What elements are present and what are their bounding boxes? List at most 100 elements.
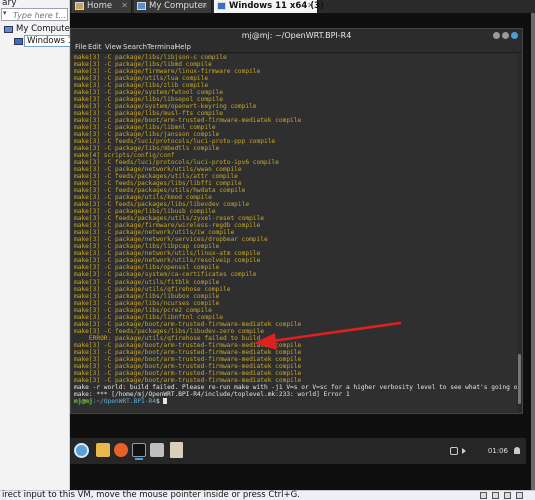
text-cursor <box>163 397 168 404</box>
host-status-bar: irect input to this VM, move the mouse p… <box>0 490 535 500</box>
maximize-button[interactable] <box>502 32 509 39</box>
scrollbar-thumb[interactable] <box>518 354 521 404</box>
prompt-user: mj@mj <box>74 397 93 405</box>
output-line: make[3] -C package/firmware/linux-firmwa… <box>74 68 261 76</box>
notification-icon[interactable] <box>514 447 520 454</box>
output-line: make[3] -C package/network/utils/wwan co… <box>74 166 242 174</box>
terminal-lines: make[3] -C package/libs/libjson-c compil… <box>74 54 517 405</box>
menu-edit[interactable]: Edit <box>88 42 102 53</box>
volume-icon[interactable] <box>462 448 466 454</box>
output-line: make: *** [/home/mj/OpenWRT.BPI-R4/inclu… <box>74 390 350 398</box>
output-line: make[3] -C package/libs/libsepol compile <box>74 96 224 104</box>
error-line: ERROR: package/utils/qfirehose failed to… <box>74 334 264 342</box>
output-line: make[3] -C package/libs/openssl compile <box>74 264 220 272</box>
output-line: make[3] -C package/system/ca-certificate… <box>74 271 257 279</box>
output-line: make[3] -C package/network/utils/iw comp… <box>74 229 235 237</box>
output-line: make[3] -C feeds/packages/utils/attr com… <box>74 173 238 181</box>
home-icon <box>75 2 84 10</box>
output-line: make[3] -C feeds/packages/utils/hwdata c… <box>74 187 246 195</box>
vm-icon <box>217 2 226 10</box>
output-line: make[3] -C package/libs/libmnl compile <box>74 124 216 132</box>
output-line: make[3] -C package/firmware/wireless-reg… <box>74 222 261 230</box>
search-dropdown-icon[interactable]: ▾ <box>3 9 7 17</box>
vm-status-icon <box>480 492 487 499</box>
output-line: make[3] -C package/libs/libubox compile <box>74 292 220 300</box>
output-line: make[3] -C package/system/openwrt-keyrin… <box>74 103 257 111</box>
status-message: irect input to this VM, move the mouse p… <box>2 490 300 500</box>
output-line: make[3] -C package/boot/arm-trusted-firm… <box>74 320 302 328</box>
tab-label: My Computer <box>149 1 207 11</box>
terminal-title: mj@mj: ~/OpenWRT.BPI-R4 <box>241 31 352 40</box>
host-menu-fragment[interactable]: ary <box>2 0 17 8</box>
output-line: make[3] -C package/libs/libnftnl compile <box>74 313 224 321</box>
menu-terminal[interactable]: Terminal <box>147 42 177 53</box>
computer-icon <box>137 2 146 10</box>
host-search-box[interactable]: ▾ <box>1 8 68 21</box>
close-icon[interactable]: ✕ <box>121 0 128 12</box>
output-line: make[3] -C feeds/luci/protocols/luci-pro… <box>74 159 279 167</box>
terminal-scrollbar[interactable] <box>517 54 522 413</box>
menu-search[interactable]: Search <box>123 42 147 53</box>
output-line: make[3] -C package/libs/pcre2 compile <box>74 306 212 314</box>
tree-item-label: My Computer <box>16 24 74 34</box>
host-search-input[interactable] <box>13 10 67 20</box>
firefox-icon[interactable] <box>114 443 128 457</box>
host-sidebar: ary ▾ ⌄ My Computer Windows 11 <box>0 0 82 490</box>
terminal-icon[interactable] <box>132 443 146 460</box>
output-line: make[3] -C package/boot/arm-trusted-firm… <box>74 376 302 384</box>
vm-scroll-strip <box>531 13 535 490</box>
output-line: make[4] scripts/config/conf <box>74 152 175 160</box>
output-line: make[3] -C package/network/utils/resolve… <box>74 257 261 265</box>
output-line: make[3] -C package/network/services/drop… <box>74 236 268 244</box>
close-icon[interactable]: ✕ <box>201 0 208 12</box>
close-button[interactable] <box>511 32 518 39</box>
output-line: make[3] -C package/libs/mbedtls compile <box>74 145 220 153</box>
terminal-window[interactable]: mj@mj: ~/OpenWRT.BPI-R4 File Edit View S… <box>70 28 523 414</box>
host-tree: ⌄ My Computer Windows 11 <box>0 24 82 48</box>
menu-view[interactable]: View <box>105 42 122 53</box>
output-line: make[3] -C package/utils/qfirehose compi… <box>74 285 231 293</box>
trash-icon[interactable] <box>170 442 183 458</box>
computer-icon <box>4 26 13 33</box>
output-line: make[3] -C package/utils/fitblk compile <box>74 278 220 286</box>
menu-help[interactable]: Help <box>175 42 191 53</box>
menu-file[interactable]: File <box>75 42 87 53</box>
output-line: make[3] -C package/libs/libmd compile <box>74 61 212 69</box>
output-line: make[3] -C package/libs/jansson compile <box>74 131 220 139</box>
close-icon[interactable]: ✕ <box>307 0 314 12</box>
output-line: make[3] -C package/libs/libusb compile <box>74 208 216 216</box>
clock[interactable]: 01:06 <box>488 438 508 464</box>
prompt-path: :~/OpenWRT.BPI-R4 <box>92 397 156 405</box>
host-tab-bar: Home ✕ My Computer ✕ Windows 11 x64 (3) … <box>70 0 535 13</box>
terminal-titlebar[interactable]: mj@mj: ~/OpenWRT.BPI-R4 <box>71 29 522 42</box>
shell-prompt[interactable]: mj@mj:~/OpenWRT.BPI-R4$ <box>74 397 517 405</box>
output-line: make[3] -C feeds/packages/libs/libevdev … <box>74 201 250 209</box>
start-menu-icon[interactable] <box>74 443 89 458</box>
tree-item-windows-11[interactable]: Windows 11 <box>0 35 82 48</box>
output-line: make[3] -C feeds/packages/libs/libffi co… <box>74 180 242 188</box>
output-line: make[3] -C package/utils/kmod compile <box>74 194 212 202</box>
output-line: make[3] -C package/libs/musl-fts compile <box>74 110 224 118</box>
tab-label: Home <box>87 1 113 11</box>
file-manager-icon[interactable] <box>96 443 110 457</box>
output-line: make -r world: build failed. Please re-r… <box>74 383 517 391</box>
network-icon[interactable] <box>450 447 458 455</box>
output-line: make[3] -C feeds/packages/utils/zyxel-re… <box>74 215 264 223</box>
output-line: make[3] -C package/libs/libpcap compile <box>74 243 220 251</box>
output-line: make[3] -C package/utils/lua compile <box>74 75 209 83</box>
tab-windows-11-vm[interactable]: Windows 11 x64 (3) ✕ <box>214 0 324 13</box>
output-line: make[3] -C package/boot/arm-trusted-firm… <box>74 369 302 377</box>
text-editor-icon[interactable] <box>150 443 164 457</box>
output-line: make[3] -C package/boot/arm-trusted-firm… <box>74 348 302 356</box>
minimize-button[interactable] <box>493 32 500 39</box>
output-line: make[3] -C package/boot/arm-trusted-firm… <box>74 341 302 349</box>
terminal-menubar: File Edit View Search Terminal Help <box>71 42 522 53</box>
vm-icon <box>14 38 23 45</box>
terminal-output[interactable]: make[3] -C package/libs/libjson-c compil… <box>71 54 517 413</box>
vm-status-icon <box>504 492 511 499</box>
output-line: make[3] -C package/boot/arm-trusted-firm… <box>74 117 302 125</box>
tab-home[interactable]: Home ✕ <box>72 0 132 13</box>
guest-taskbar: 01:06 <box>70 438 526 464</box>
tab-my-computer[interactable]: My Computer ✕ <box>134 0 212 13</box>
output-line: make[3] -C package/boot/arm-trusted-firm… <box>74 362 302 370</box>
